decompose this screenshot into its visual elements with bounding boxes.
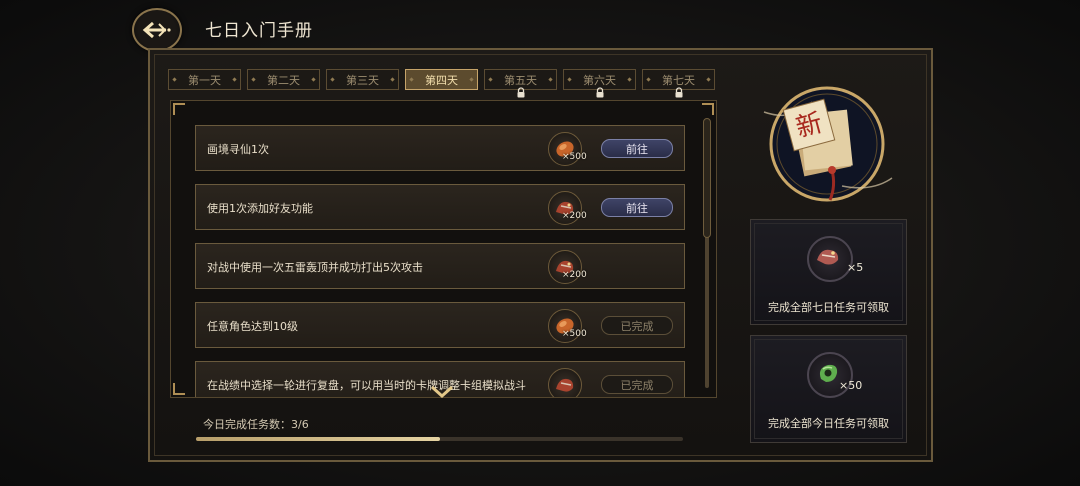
tab-label: 第二天	[267, 73, 300, 87]
tab-day-3[interactable]: 第三天	[326, 69, 399, 90]
new-player-book-icon: 新	[763, 86, 893, 202]
completed-button[interactable]: 已完成	[601, 375, 673, 394]
tab-day-7[interactable]: 第七天	[642, 69, 715, 98]
reward-count: ×500	[562, 329, 587, 339]
seven-day-reward-card[interactable]: ×5 完成全部七日任务可领取	[750, 219, 907, 325]
lock-icon	[517, 87, 524, 98]
task-description: 在战绩中选择一轮进行复盘，可以用当时的卡牌调整卡组模拟战斗	[207, 379, 526, 392]
day-tabs: 第一天 第二天 第三天 第四天 第五天 第六天 第七天	[168, 69, 715, 98]
dragon-icon	[548, 368, 582, 397]
dragon-card-icon	[807, 236, 853, 282]
task-row: 对战中使用一次五雷轰顶并成功打出5次攻击 ×200	[195, 243, 685, 289]
task-row: 任意角色达到10级 ×500 已完成	[195, 302, 685, 348]
go-button[interactable]: 前往	[601, 198, 673, 217]
scroll-down-icon[interactable]	[429, 384, 455, 400]
page-title: 七日入门手册	[205, 21, 313, 41]
tab-label: 第四天	[425, 73, 458, 87]
scrollbar-thumb[interactable]	[703, 118, 711, 238]
back-button[interactable]	[132, 8, 182, 52]
frame-corner	[702, 103, 714, 115]
card-count: ×5	[847, 261, 864, 274]
tab-label: 第三天	[346, 73, 379, 87]
completed-button[interactable]: 已完成	[601, 316, 673, 335]
progress-fill	[196, 437, 440, 441]
task-description: 画境寻仙1次	[207, 143, 269, 156]
lock-icon	[596, 87, 603, 98]
tab-label: 第五天	[504, 73, 537, 87]
task-row: 使用1次添加好友功能 ×200 前往	[195, 184, 685, 230]
tab-label: 第七天	[662, 73, 695, 87]
tab-label: 第一天	[188, 73, 221, 87]
progress-label: 今日完成任务数：3/6	[203, 418, 309, 431]
task-description: 对战中使用一次五雷轰顶并成功打出5次攻击	[207, 261, 423, 274]
back-arrow-icon	[142, 21, 171, 39]
tab-day-4[interactable]: 第四天	[405, 69, 478, 90]
reward-count: ×200	[562, 270, 587, 280]
task-row: 画境寻仙1次 ×500 前往	[195, 125, 685, 171]
card-label: 完成全部今日任务可领取	[768, 417, 889, 430]
lock-icon	[675, 87, 682, 98]
frame-corner	[173, 383, 185, 395]
reward-count: ×500	[562, 152, 587, 162]
task-description: 任意角色达到10级	[207, 320, 298, 333]
go-button[interactable]: 前往	[601, 139, 673, 158]
task-list[interactable]: 画境寻仙1次 ×500 前往 使用1次添加好友功能 ×200 前往 对战中使用一…	[170, 100, 717, 398]
today-reward-card[interactable]: ×50 完成全部今日任务可领取	[750, 335, 907, 443]
tab-label: 第六天	[583, 73, 616, 87]
tab-day-2[interactable]: 第二天	[247, 69, 320, 90]
card-label: 完成全部七日任务可领取	[768, 301, 889, 314]
tab-day-6[interactable]: 第六天	[563, 69, 636, 98]
frame-corner	[173, 103, 185, 115]
tab-day-1[interactable]: 第一天	[168, 69, 241, 90]
reward-count: ×200	[562, 211, 587, 221]
task-description: 使用1次添加好友功能	[207, 202, 313, 215]
card-count: ×50	[839, 379, 863, 392]
tab-day-5[interactable]: 第五天	[484, 69, 557, 98]
